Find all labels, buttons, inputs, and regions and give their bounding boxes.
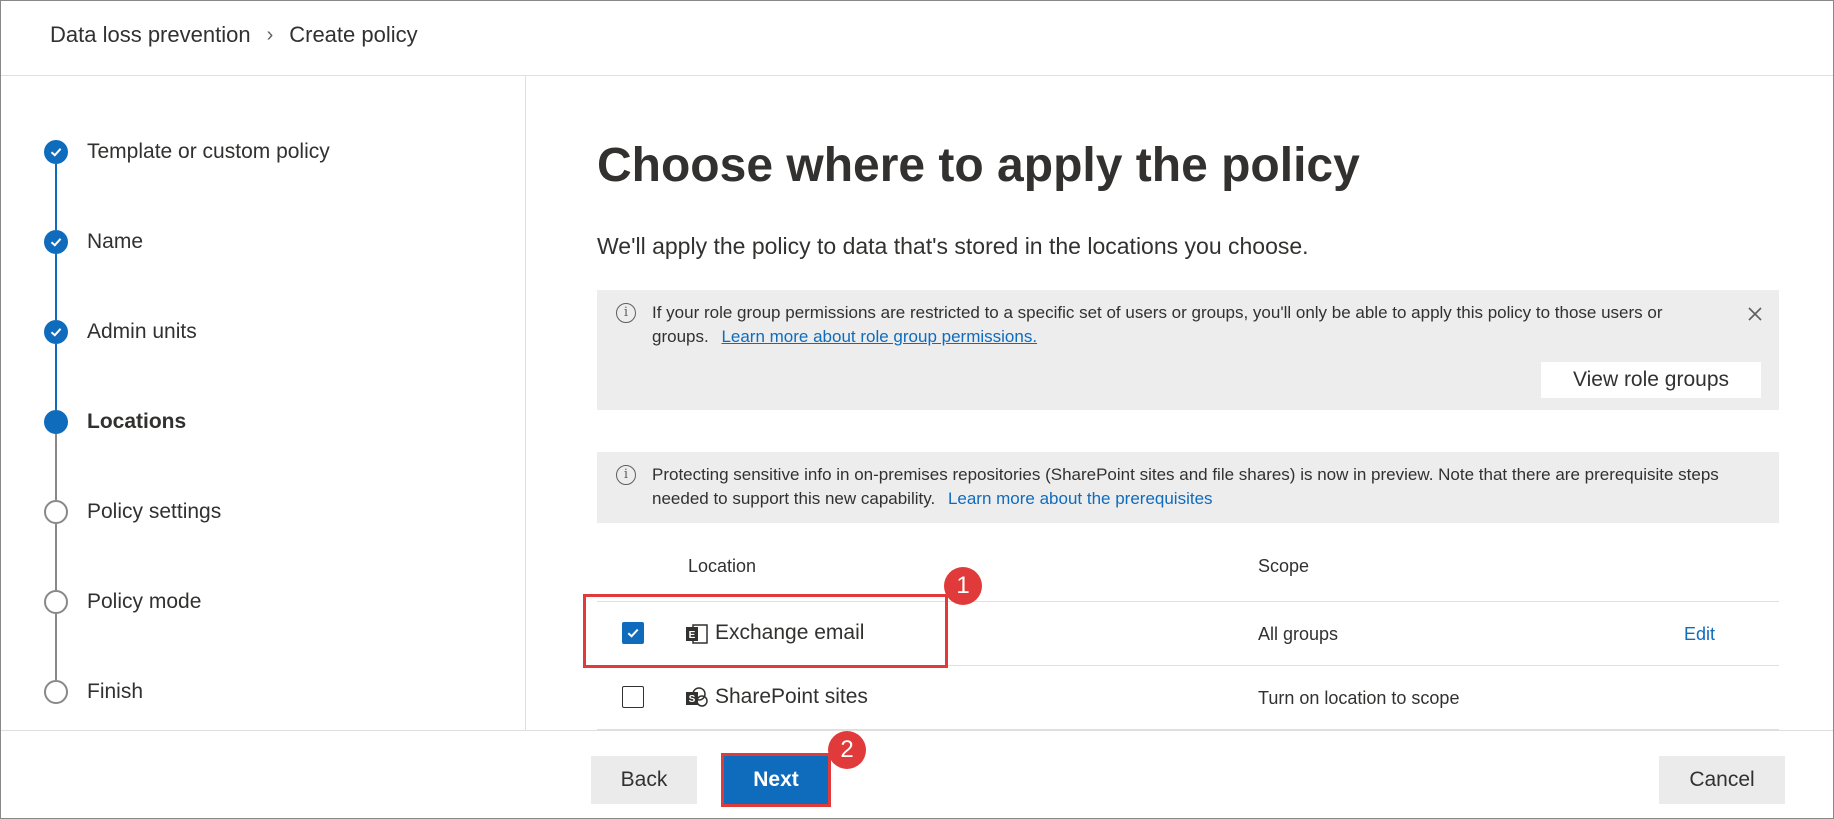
checkmark-icon bbox=[44, 320, 68, 344]
step-label: Template or custom policy bbox=[87, 140, 330, 163]
onprem-preview-info-banner: i Protecting sensitive info in on-premis… bbox=[597, 452, 1779, 523]
row-divider bbox=[597, 729, 1779, 730]
back-button[interactable]: Back bbox=[591, 756, 697, 804]
step-label: Policy settings bbox=[87, 500, 222, 523]
current-step-dot-icon bbox=[44, 410, 68, 434]
step-finish: Finish bbox=[44, 677, 143, 707]
highlight-box-exchange bbox=[583, 594, 948, 668]
step-template: Template or custom policy bbox=[44, 137, 330, 167]
prerequisites-link[interactable]: Learn more about the prerequisites bbox=[948, 489, 1213, 508]
step-label: Admin units bbox=[87, 320, 197, 343]
step-label: Policy mode bbox=[87, 590, 202, 613]
step-connector bbox=[55, 254, 57, 320]
annotation-badge-1: 1 bbox=[944, 567, 982, 605]
highlight-box-next bbox=[721, 753, 831, 807]
location-scope: Turn on location to scope bbox=[1258, 688, 1460, 708]
page-title: Choose where to apply the policy bbox=[597, 139, 1360, 192]
step-connector bbox=[55, 524, 57, 590]
breadcrumb: Data loss prevention › Create policy bbox=[50, 22, 418, 48]
step-connector bbox=[55, 164, 57, 230]
step-admin-units: Admin units bbox=[44, 317, 197, 347]
column-header-scope[interactable]: Scope bbox=[1258, 556, 1309, 577]
role-permissions-info-banner: i If your role group permissions are res… bbox=[597, 290, 1779, 410]
banner-text: Protecting sensitive info in on-premises… bbox=[652, 463, 1762, 511]
checkmark-icon bbox=[44, 230, 68, 254]
sidebar-divider bbox=[525, 76, 526, 730]
checkmark-icon bbox=[44, 140, 68, 164]
cancel-button[interactable]: Cancel bbox=[1659, 756, 1785, 804]
breadcrumb-current: Create policy bbox=[289, 22, 418, 47]
role-permissions-link[interactable]: Learn more about role group permissions. bbox=[721, 327, 1037, 346]
edit-scope-link[interactable]: Edit bbox=[1684, 624, 1715, 645]
empty-circle-icon bbox=[44, 500, 68, 524]
step-connector bbox=[55, 344, 57, 410]
step-connector bbox=[55, 614, 57, 680]
step-locations: Locations bbox=[44, 407, 186, 437]
step-policy-mode: Policy mode bbox=[44, 587, 201, 617]
location-scope: All groups bbox=[1258, 624, 1339, 644]
location-name: SharePoint sites bbox=[715, 685, 868, 708]
annotation-badge-2: 2 bbox=[828, 731, 866, 769]
sharepoint-sites-checkbox[interactable] bbox=[622, 686, 644, 708]
header-divider bbox=[1, 75, 1833, 76]
chevron-right-icon: › bbox=[266, 23, 274, 46]
step-label: Name bbox=[87, 230, 144, 253]
close-icon[interactable] bbox=[1743, 302, 1767, 326]
svg-text:S: S bbox=[689, 694, 696, 705]
info-icon: i bbox=[616, 303, 636, 323]
info-icon: i bbox=[616, 465, 636, 485]
sharepoint-icon: S bbox=[685, 687, 709, 709]
step-policy-settings: Policy settings bbox=[44, 497, 221, 527]
step-connector bbox=[55, 434, 57, 500]
view-role-groups-button[interactable]: View role groups bbox=[1541, 362, 1761, 398]
banner-text: If your role group permissions are restr… bbox=[652, 301, 1712, 349]
step-name: Name bbox=[44, 227, 143, 257]
breadcrumb-parent[interactable]: Data loss prevention bbox=[50, 22, 251, 48]
empty-circle-icon bbox=[44, 590, 68, 614]
footer-divider bbox=[1, 730, 1833, 731]
empty-circle-icon bbox=[44, 680, 68, 704]
step-label: Locations bbox=[87, 410, 187, 433]
page-subtitle: We'll apply the policy to data that's st… bbox=[597, 233, 1309, 259]
step-label: Finish bbox=[87, 680, 144, 703]
column-header-location[interactable]: Location bbox=[688, 556, 756, 577]
